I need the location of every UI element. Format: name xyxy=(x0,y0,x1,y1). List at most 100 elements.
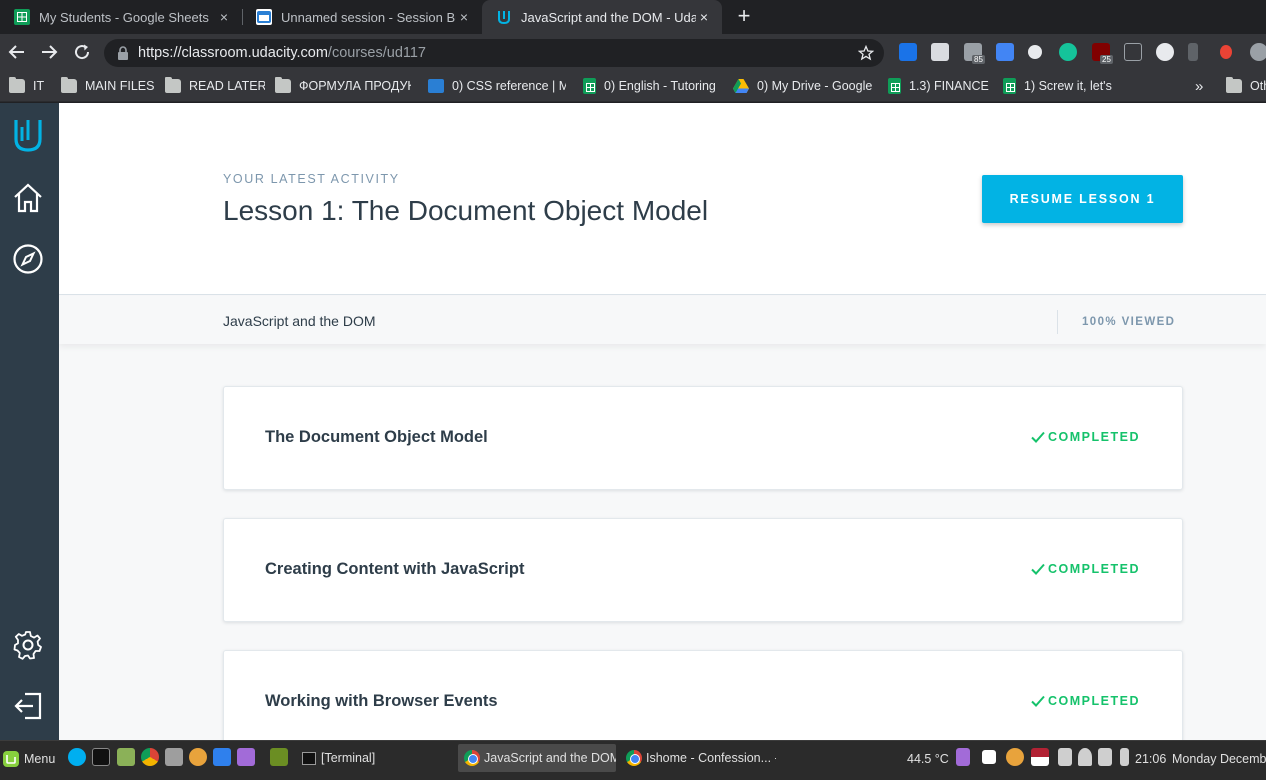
bookmark-my-drive[interactable]: 0) My Drive - Google Drive xyxy=(733,77,873,95)
dropbox-icon[interactable] xyxy=(982,750,996,764)
bookmarks-bar: IT MAIN FILES READ LATER ФОРМУЛА ПРОДУКТ… xyxy=(0,70,1266,102)
browser-tab-my-students[interactable]: My Students - Google Sheets × xyxy=(0,0,242,34)
chrome-launcher-icon[interactable] xyxy=(141,748,159,766)
extension-envelope-icon[interactable] xyxy=(931,43,949,61)
sheets-icon xyxy=(1003,78,1016,94)
os-taskbar: Menu [Terminal] JavaScript and the DOM -… xyxy=(0,740,1266,780)
mdn-icon xyxy=(428,79,444,93)
bookmark-label: 0) My Drive - Google Drive xyxy=(757,79,873,93)
quill-icon[interactable] xyxy=(237,748,255,766)
forward-button[interactable] xyxy=(37,40,61,64)
sheets-icon xyxy=(14,9,30,25)
star-icon[interactable] xyxy=(858,45,874,61)
reload-icon xyxy=(75,44,90,60)
window-title: JavaScript and the DOM - Udacity - Chrom… xyxy=(484,751,616,765)
taskbar-window-terminal[interactable]: [Terminal] xyxy=(296,744,454,772)
user-icon[interactable] xyxy=(1078,748,1092,766)
extension-location-icon[interactable] xyxy=(1028,45,1042,59)
extension-session-buddy-icon[interactable] xyxy=(899,43,917,61)
checkmark-icon xyxy=(1031,563,1045,575)
latest-lesson-title: Lesson 1: The Document Object Model xyxy=(223,195,709,226)
bookmark-label: READ LATER xyxy=(189,79,265,93)
bookmark-main-files[interactable]: MAIN FILES xyxy=(61,77,157,95)
taskbar-window-udacity[interactable]: JavaScript and the DOM - Udacity - Chrom… xyxy=(458,744,616,772)
home-icon[interactable] xyxy=(8,178,48,218)
bookmark-other[interactable]: Other bookmarks xyxy=(1226,77,1266,95)
udacity-logo-icon[interactable] xyxy=(8,115,48,155)
sheets-icon xyxy=(583,78,596,94)
extension-grammarly-icon[interactable] xyxy=(1059,43,1077,61)
back-button[interactable] xyxy=(5,40,29,64)
settings-icon[interactable] xyxy=(8,625,48,665)
update-icon[interactable] xyxy=(1058,748,1072,766)
extension-badge: 25 xyxy=(1100,55,1113,64)
status-text: COMPLETED xyxy=(1048,694,1140,708)
calculator-icon[interactable] xyxy=(165,748,183,766)
profile-avatar-icon[interactable] xyxy=(1250,43,1266,61)
divider xyxy=(1057,310,1058,334)
files-icon[interactable] xyxy=(117,748,135,766)
window-title: Ishome - Confession... - Chromium xyxy=(646,751,776,765)
lesson-status: COMPLETED xyxy=(1031,430,1140,444)
resume-lesson-button[interactable]: RESUME LESSON 1 xyxy=(982,175,1183,223)
close-tab-icon[interactable]: × xyxy=(216,9,232,25)
new-tab-button[interactable]: + xyxy=(732,4,756,28)
bookmark-formula[interactable]: ФОРМУЛА ПРОДУКТИВНОСТИ xyxy=(275,77,411,95)
browser-tab-udacity[interactable]: JavaScript and the DOM - Udacity × xyxy=(482,0,722,34)
arrow-left-icon xyxy=(8,45,24,59)
bookmark-label: MAIN FILES xyxy=(85,79,155,93)
bookmark-css-reference[interactable]: 0) CSS reference | MDN xyxy=(428,77,566,95)
bookmark-english-tutoring[interactable]: 0) English - Tutoring xyxy=(583,77,723,95)
close-tab-icon[interactable]: × xyxy=(456,9,472,25)
checkmark-icon xyxy=(1031,431,1045,443)
network-icon[interactable] xyxy=(1098,748,1112,766)
bookmark-finance[interactable]: 1.3) FINANCE xyxy=(888,77,990,95)
lesson-card[interactable]: Creating Content with JavaScript COMPLET… xyxy=(223,518,1183,622)
logout-icon[interactable] xyxy=(8,686,48,726)
extension-translate-icon[interactable] xyxy=(996,43,1014,61)
reload-button[interactable] xyxy=(70,40,94,64)
weather-icon[interactable] xyxy=(189,748,207,766)
lesson-card[interactable]: The Document Object Model COMPLETED xyxy=(223,386,1183,490)
bookmark-label: ФОРМУЛА ПРОДУКТИВНОСТИ xyxy=(299,79,411,93)
extension-grid-icon[interactable] xyxy=(1188,43,1198,61)
url-path: /courses/ud117 xyxy=(327,45,426,61)
close-tab-icon[interactable]: × xyxy=(696,9,712,25)
extension-marker-icon[interactable] xyxy=(1220,45,1232,59)
url-host: https://classroom.udacity.com xyxy=(138,45,328,61)
compass-icon[interactable] xyxy=(8,239,48,279)
tab-title: Unnamed session - Session Buddy xyxy=(281,9,456,25)
weather-tray-icon[interactable] xyxy=(1006,748,1024,766)
chromium-icon xyxy=(626,750,642,766)
lesson-card[interactable]: Working with Browser Events COMPLETED xyxy=(223,650,1183,740)
bookmark-it[interactable]: IT xyxy=(9,77,49,95)
bookmarks-overflow-button[interactable]: » xyxy=(1195,77,1207,95)
screen-icon[interactable] xyxy=(270,748,288,766)
browser-tab-session-buddy[interactable]: Unnamed session - Session Buddy × xyxy=(242,0,482,34)
battery-icon[interactable] xyxy=(1120,748,1129,766)
skype-icon[interactable] xyxy=(68,748,86,766)
vscode-icon[interactable] xyxy=(213,748,231,766)
extension-thumbs-up-icon[interactable] xyxy=(1124,43,1142,61)
latest-activity-label: YOUR LATEST ACTIVITY xyxy=(223,172,400,186)
session-buddy-icon xyxy=(256,9,272,25)
bookmark-label: 1.3) FINANCE xyxy=(909,79,989,93)
lesson-status: COMPLETED xyxy=(1031,562,1140,576)
taskbar-window-ishome[interactable]: Ishome - Confession... - Chromium xyxy=(620,744,776,772)
start-menu-button[interactable]: Menu xyxy=(2,746,62,772)
lock-icon xyxy=(118,46,128,60)
address-bar[interactable]: https://classroom.udacity.com/courses/ud… xyxy=(104,39,884,67)
us-flag-icon[interactable] xyxy=(1031,748,1049,766)
bookmark-screw-it[interactable]: 1) Screw it, let's do it xyxy=(1003,77,1115,95)
folder-icon xyxy=(61,77,77,93)
bookmark-read-later[interactable]: READ LATER xyxy=(165,77,265,95)
terminal-launcher-icon[interactable] xyxy=(92,748,110,766)
folder-icon xyxy=(275,77,291,93)
extension-vpn-icon[interactable] xyxy=(1156,43,1174,61)
lesson-title: The Document Object Model xyxy=(265,428,488,446)
folder-icon xyxy=(1226,77,1242,93)
menu-label: Menu xyxy=(24,752,56,766)
chromium-icon xyxy=(464,750,480,766)
status-text: COMPLETED xyxy=(1048,430,1140,444)
quill-tray-icon[interactable] xyxy=(956,748,970,766)
